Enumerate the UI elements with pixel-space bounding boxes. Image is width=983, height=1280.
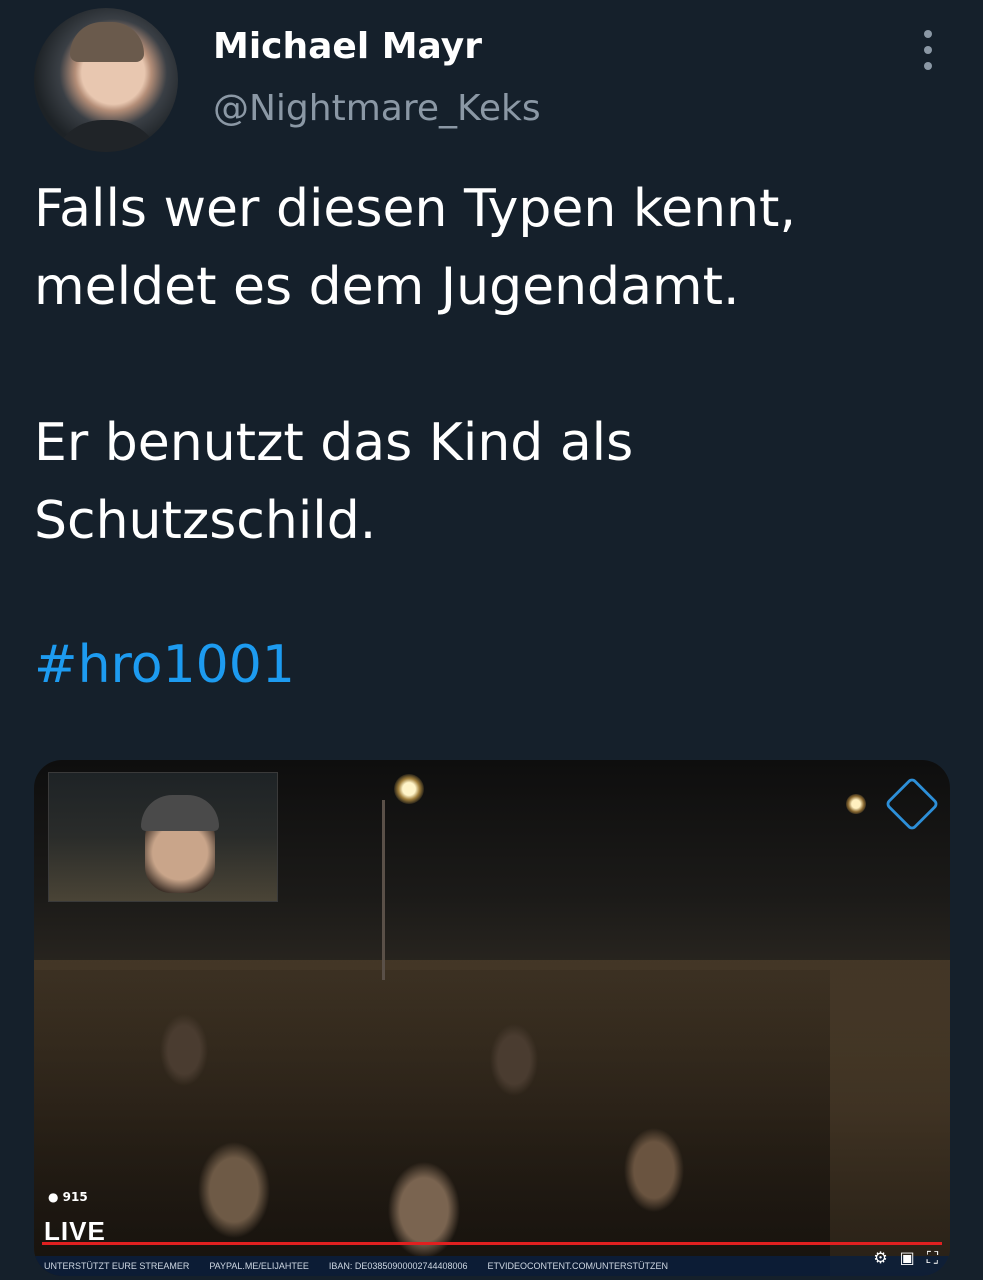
- author-avatar[interactable]: [34, 8, 178, 152]
- hashtag-link[interactable]: #hro1001: [34, 635, 295, 695]
- video-progress-bar[interactable]: [42, 1242, 942, 1245]
- media-crowd: [34, 970, 830, 1276]
- viewer-count: ● 915: [48, 1190, 88, 1204]
- tweet-text-line: meldet es dem Jugendamt.: [34, 257, 740, 317]
- streamer-webcam-overlay: [48, 772, 278, 902]
- author-handle[interactable]: @Nightmare_Keks: [213, 88, 541, 129]
- video-controls: ⚙ ▣ ⛶: [873, 1248, 938, 1268]
- tweet-text: Falls wer diesen Typen kennt, meldet es …: [34, 170, 944, 560]
- fullscreen-icon[interactable]: ⛶: [927, 1248, 938, 1268]
- avatar-shirt: [52, 120, 162, 152]
- more-vertical-icon[interactable]: [916, 30, 940, 70]
- tweet-text-line: Er benutzt das Kind als: [34, 413, 634, 473]
- ticker-item: IBAN: DE03850900002744408006: [328, 1261, 468, 1271]
- donation-ticker: UNTERSTÜTZT EURE STREAMER PAYPAL.ME/ELIJ…: [34, 1256, 950, 1276]
- viewer-count-value: 915: [62, 1190, 88, 1204]
- ticker-item: ETVIDEOCONTENT.COM/UNTERSTÜTZEN: [487, 1261, 669, 1271]
- tweet-text-line: [34, 326, 944, 404]
- tweet-media-image[interactable]: ● 915 LIVE UNTERSTÜTZT EURE STREAMER PAY…: [34, 760, 950, 1276]
- street-lamp-light: [394, 774, 424, 804]
- tweet-text-line: Schutzschild.: [34, 491, 377, 551]
- avatar-hair: [70, 22, 144, 62]
- ticker-item: PAYPAL.ME/ELIJAHTEE: [209, 1261, 309, 1271]
- channel-logo-icon: [884, 776, 940, 832]
- author-display-name[interactable]: Michael Mayr: [213, 26, 482, 67]
- streamer-beanie: [141, 795, 219, 831]
- miniplayer-icon[interactable]: ▣: [900, 1248, 915, 1268]
- ticker-item: UNTERSTÜTZT EURE STREAMER: [44, 1261, 190, 1271]
- eye-icon: ●: [48, 1190, 63, 1204]
- street-lamp-pole: [382, 800, 385, 980]
- tweet-text-line: Falls wer diesen Typen kennt,: [34, 179, 796, 239]
- street-lamp-light: [846, 794, 866, 814]
- settings-gear-icon[interactable]: ⚙: [873, 1248, 887, 1268]
